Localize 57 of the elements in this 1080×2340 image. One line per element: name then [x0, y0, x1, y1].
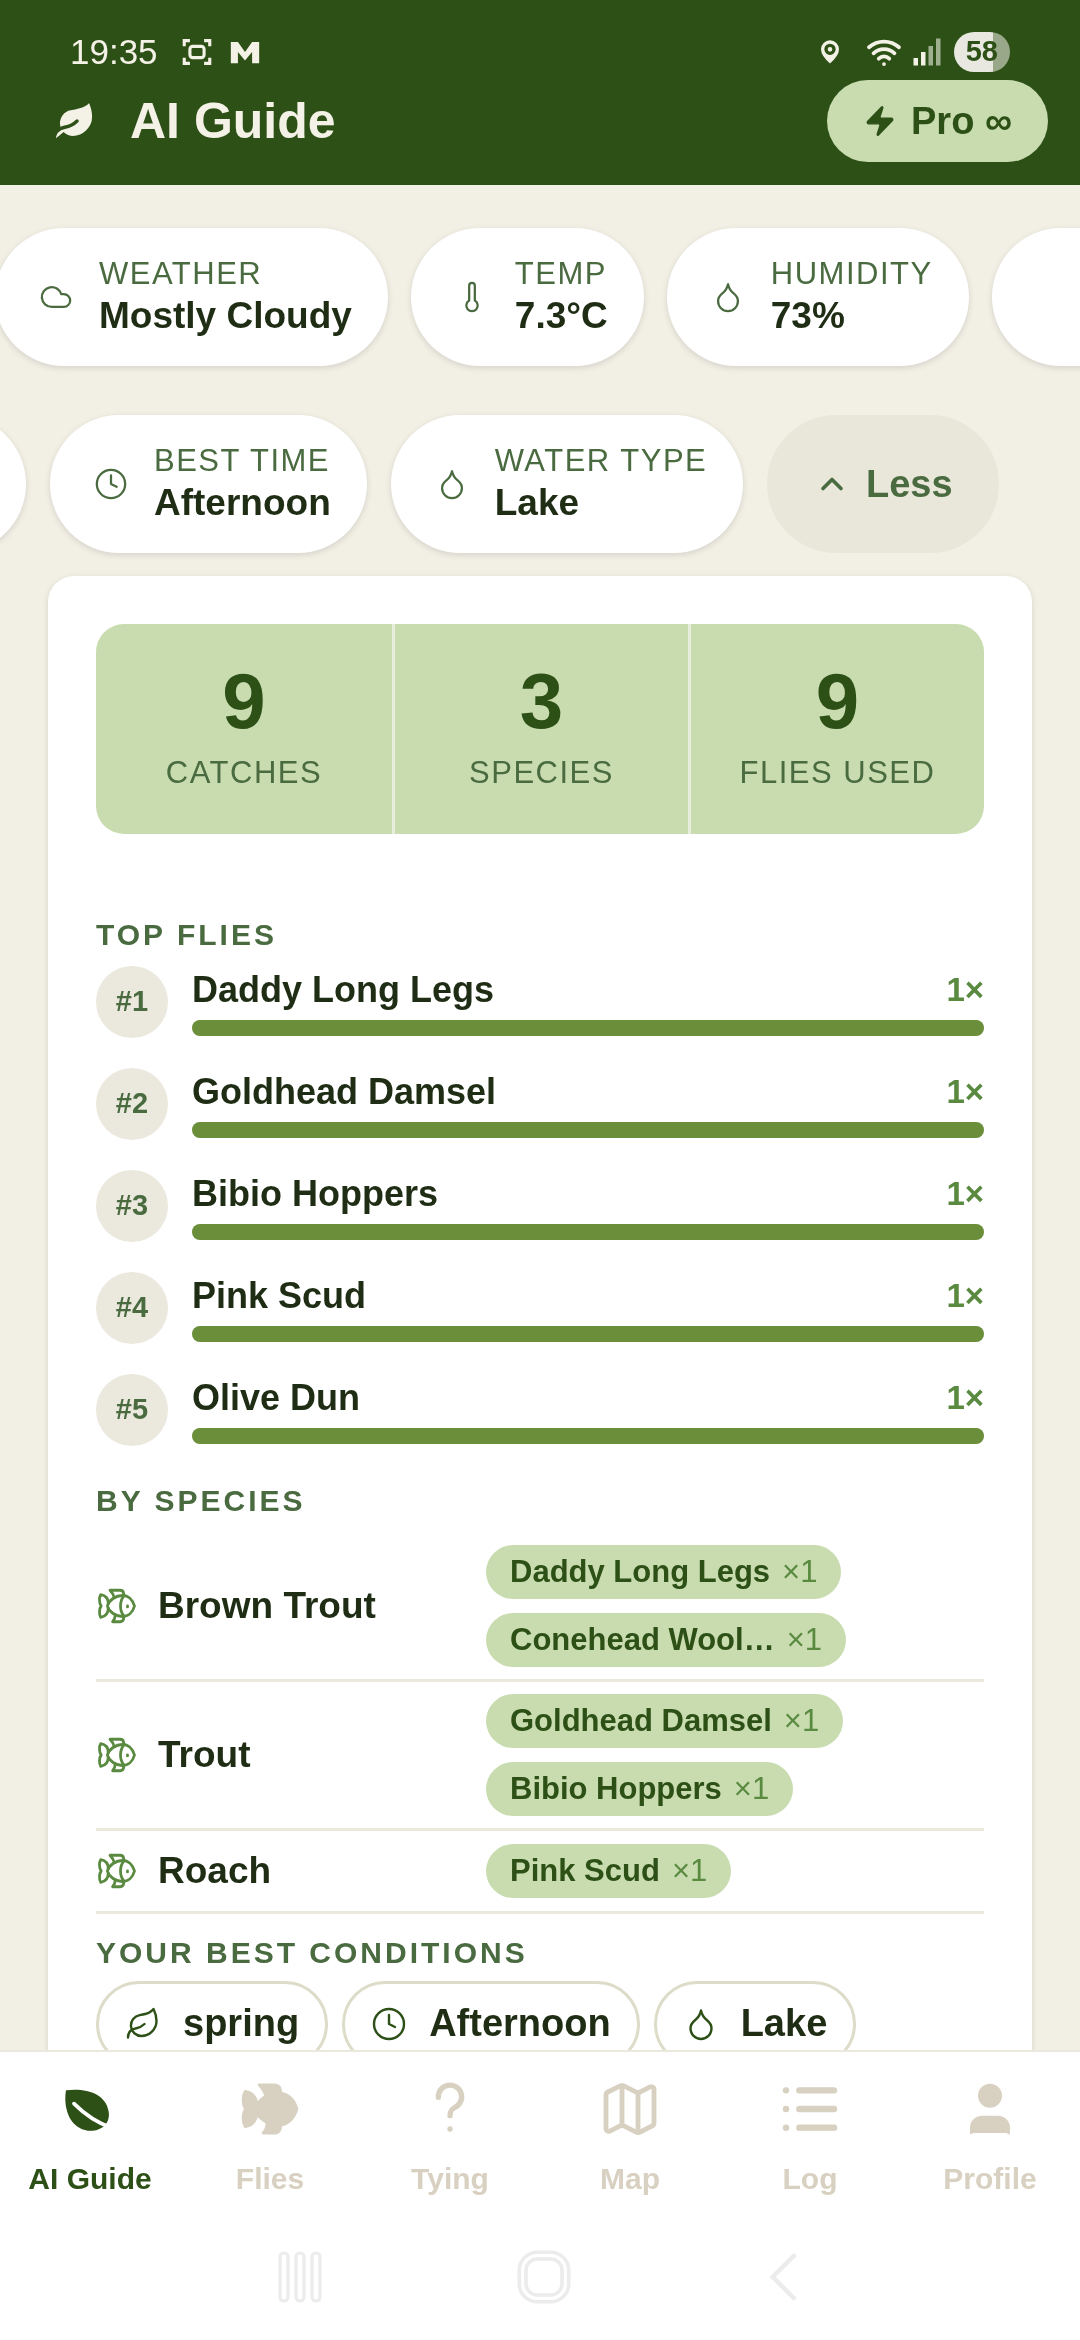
fly-tag: Bibio Hoppers ×1 — [486, 1762, 794, 1816]
app-title: AI Guide — [130, 91, 336, 151]
stat-label: CATCHES — [165, 753, 323, 792]
fly-count: 1× — [946, 1377, 984, 1418]
section-heading: YOUR BEST CONDITIONS — [96, 1934, 529, 1971]
chip-value: Lake — [494, 481, 581, 526]
rank-badge: #5 — [96, 1373, 168, 1446]
signal-icon — [911, 37, 942, 67]
fly-count: 1× — [946, 969, 984, 1010]
chip-label: TEMP — [514, 254, 608, 293]
fly-tag: Daddy Long Legs ×1 — [486, 1545, 842, 1599]
fly-count: 1× — [946, 1275, 984, 1316]
stat-label: FLIES USED — [739, 753, 936, 792]
chip-label: WATER TYPE — [494, 441, 708, 480]
chip-value: 73% — [770, 294, 846, 339]
rank-badge: #4 — [96, 1271, 168, 1344]
nav-tab[interactable]: Log — [720, 2070, 900, 2222]
fly-name: Olive Dun — [192, 1376, 361, 1420]
section-heading: BY SPECIES — [96, 1482, 307, 1519]
species-name: Roach — [158, 1849, 272, 1893]
nav-tab[interactable]: Tying — [360, 2070, 540, 2222]
stat-value: 9 — [815, 661, 860, 740]
rank-badge: #3 — [96, 1169, 168, 1242]
fly-tag: Pink Scud ×1 — [486, 1843, 732, 1898]
nav-tab[interactable]: Map — [540, 2070, 720, 2222]
nav-tab[interactable]: AI Guide — [0, 2070, 180, 2222]
less-button[interactable]: Less — [767, 415, 1000, 553]
battery-indicator: 58 — [953, 32, 1010, 72]
chip-value: Mostly Cloudy — [99, 294, 352, 339]
fly-count: 1× — [946, 1071, 984, 1112]
section-heading: TOP FLIES — [96, 917, 278, 953]
stat-value: 3 — [519, 661, 564, 740]
status-time: 19:35 — [70, 30, 158, 73]
chip-value: Afternoon — [154, 481, 331, 526]
fly-tag: Goldhead Damsel ×1 — [486, 1694, 844, 1748]
clock-icon — [371, 2006, 408, 2042]
clock-icon — [94, 467, 128, 501]
species-name: Brown Trout — [158, 1584, 376, 1629]
species-name: Trout — [158, 1733, 251, 1778]
leaf-icon — [125, 2006, 161, 2042]
pro-button[interactable]: Pro ∞ — [827, 80, 1048, 162]
fly-name: Pink Scud — [192, 1274, 367, 1318]
nav-tab[interactable]: Flies — [180, 2070, 360, 2222]
chip-label: WEATHER — [99, 254, 264, 293]
chip-value: 7.3°C — [514, 294, 608, 339]
rank-badge: #2 — [96, 1067, 168, 1140]
fly-count: 1× — [946, 1173, 984, 1214]
fly-name: Bibio Hoppers — [192, 1172, 438, 1216]
stat-value: 9 — [222, 661, 266, 740]
fly-name: Daddy Long Legs — [192, 968, 494, 1012]
rank-badge: #1 — [96, 965, 168, 1038]
fly-name: Goldhead Damsel — [192, 1070, 497, 1114]
stat-label: SPECIES — [469, 753, 614, 792]
chip-label: BEST TIME — [154, 441, 331, 480]
fly-tag: Conehead Wool… ×1 — [486, 1613, 846, 1667]
chip-label: HUMIDITY — [770, 254, 933, 293]
nav-tab[interactable]: Profile — [900, 2070, 1080, 2222]
